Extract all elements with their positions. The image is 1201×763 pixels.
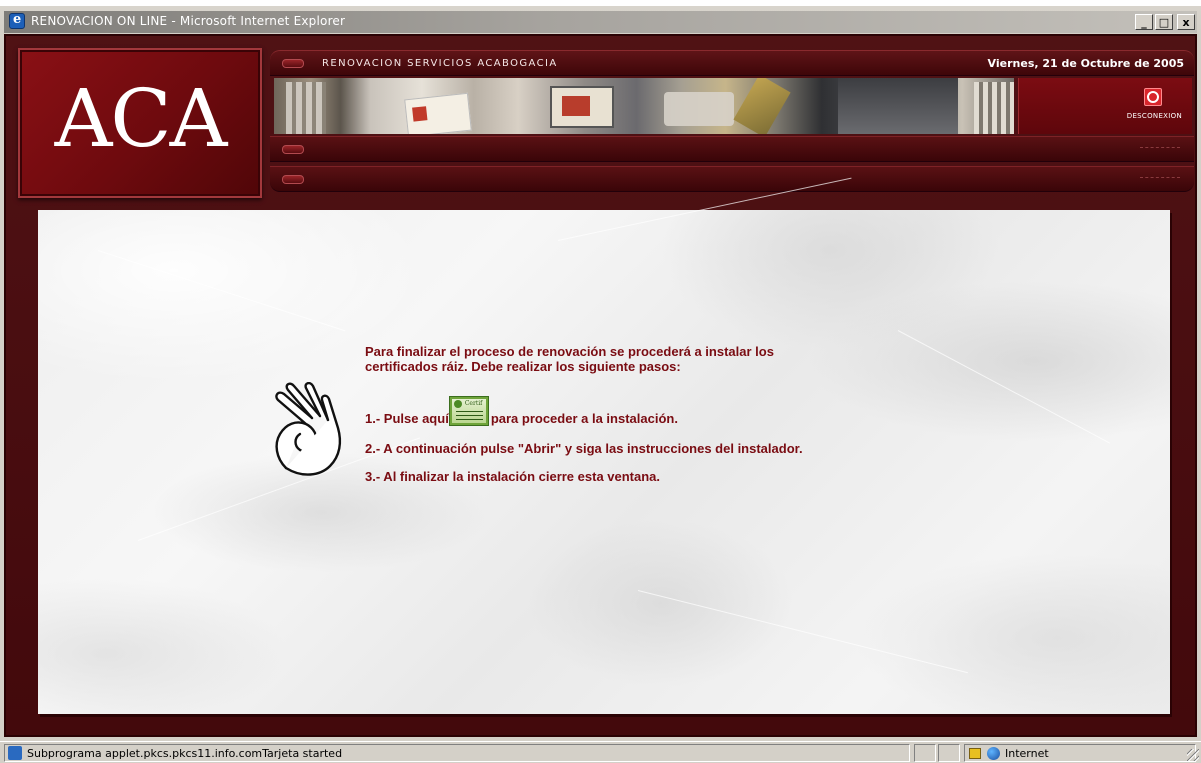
status-message-panel: Subprograma applet.pkcs.pkcs11.info.comT… — [4, 744, 910, 762]
minimize-button[interactable]: _ — [1135, 14, 1153, 30]
close-button[interactable]: x — [1177, 14, 1195, 30]
power-icon[interactable] — [1144, 88, 1162, 106]
current-date: Viernes, 21 de Octubre de 2005 — [987, 57, 1184, 70]
divider — [1140, 147, 1180, 148]
security-zone: Internet — [1005, 747, 1049, 760]
maximize-button[interactable]: □ — [1155, 14, 1173, 30]
ok-hand-icon — [275, 382, 342, 476]
header-banner-image — [274, 78, 1014, 134]
nav-strip-1 — [270, 136, 1194, 162]
status-bar: Subprograma applet.pkcs.pkcs11.info.comT… — [0, 741, 1201, 763]
nav-strip-2 — [270, 166, 1194, 192]
disconnect-link[interactable]: DESCONEXION — [1127, 112, 1182, 120]
disconnect-panel[interactable]: DESCONEXION — [1018, 78, 1192, 134]
intro-text: Para finalizar el proceso de renovación … — [365, 344, 774, 374]
logo-text: ACA — [54, 72, 228, 165]
header-strip: RENOVACION SERVICIOS ACABOGACIA Viernes,… — [270, 50, 1194, 76]
page-icon — [8, 746, 22, 760]
status-cell — [914, 744, 936, 762]
main-content: Para finalizar el proceso de renovación … — [38, 177, 1170, 714]
status-cell — [938, 744, 960, 762]
window-titlebar[interactable]: RENOVACION ON LINE - Microsoft Internet … — [0, 0, 1201, 34]
pill-decoration — [282, 145, 304, 154]
pill-decoration — [282, 175, 304, 184]
lock-icon — [969, 748, 981, 759]
service-title: RENOVACION SERVICIOS ACABOGACIA — [322, 58, 558, 69]
window-controls: _ □ x — [1135, 14, 1195, 30]
certificate-install-icon[interactable]: Certif — [448, 396, 489, 426]
step-1-prefix: 1.- Pulse aquí — [365, 411, 449, 426]
step-1-suffix: para proceder a la instalación. — [490, 411, 678, 426]
zone-panel: Internet — [964, 744, 1196, 762]
instructions-text: Para finalizar el proceso de renovación … — [365, 344, 835, 484]
aca-logo[interactable]: ACA — [18, 48, 262, 198]
step-3: 3.- Al finalizar la instalación cierre e… — [365, 469, 661, 484]
status-message: Subprograma applet.pkcs.pkcs11.info.comT… — [27, 747, 343, 760]
globe-icon — [987, 747, 1000, 760]
divider — [1140, 177, 1180, 178]
resize-grip[interactable] — [1187, 749, 1199, 761]
window-title: RENOVACION ON LINE - Microsoft Internet … — [31, 14, 346, 28]
pill-decoration — [282, 59, 304, 68]
step-1: 1.- Pulse aquí Certif para proceder a la… — [365, 396, 835, 426]
ie-icon[interactable] — [9, 12, 25, 29]
step-2: 2.- A continuación pulse "Abrir" y siga … — [365, 441, 803, 456]
